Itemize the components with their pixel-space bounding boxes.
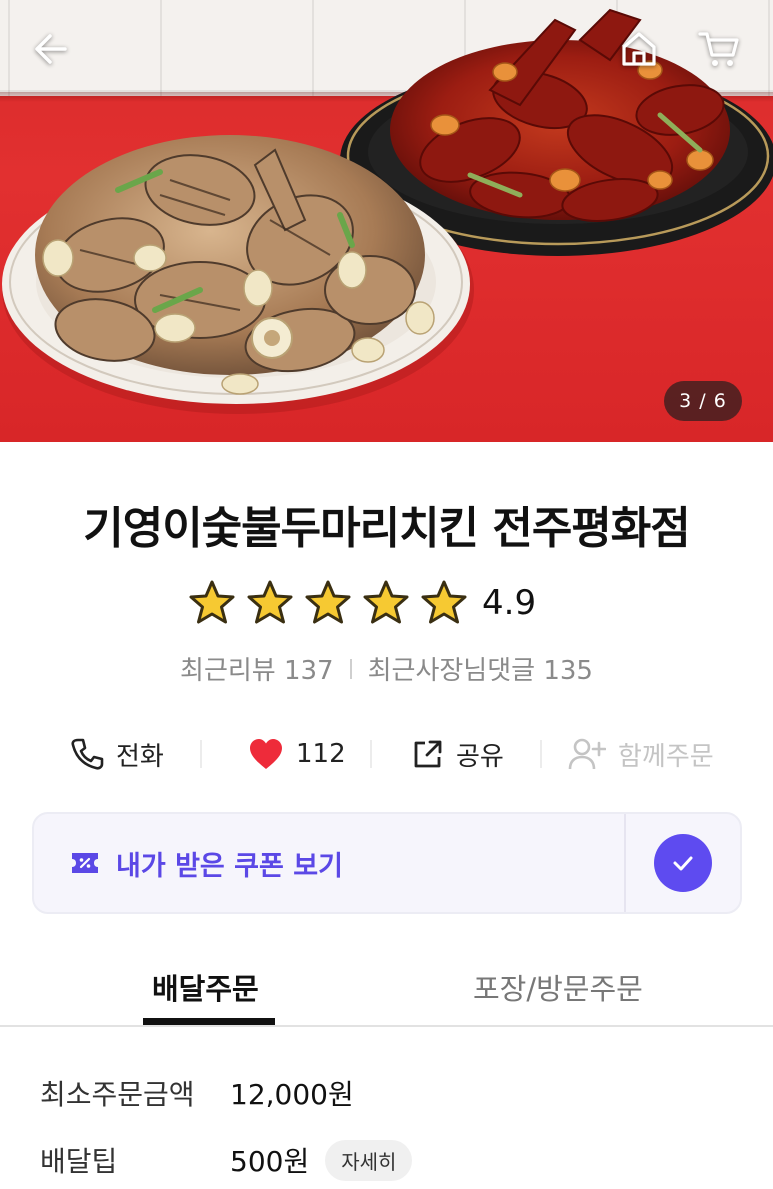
phone-icon — [71, 738, 104, 770]
heart-icon — [250, 739, 282, 769]
star-icon — [305, 580, 351, 624]
star-icon — [421, 580, 467, 624]
coupon-banner[interactable]: 내가 받은 쿠폰 보기 — [32, 812, 742, 914]
call-button[interactable]: 전화 — [70, 726, 164, 782]
like-button[interactable]: 112 — [248, 726, 346, 782]
store-name: 기영이숯불두마리치킨 전주평화점 — [83, 503, 691, 554]
coupon-icon — [72, 853, 98, 873]
min-order-value: 12,000원 — [230, 1078, 354, 1111]
coupon-label: 내가 받은 쿠폰 보기 — [116, 850, 343, 882]
coupon-check-button[interactable] — [654, 834, 712, 892]
share-button[interactable]: 공유 — [412, 726, 504, 782]
group-order-label: 함께주문 — [618, 741, 714, 772]
divider — [349, 658, 352, 679]
share-label: 공유 — [456, 741, 504, 772]
call-label: 전화 — [116, 741, 164, 772]
delivery-tip-value: 500원 — [230, 1145, 310, 1178]
delivery-tip-detail-button[interactable]: 자세히 — [325, 1139, 413, 1181]
like-count: 112 — [296, 739, 346, 769]
coupon-link[interactable]: 내가 받은 쿠폰 보기 — [70, 814, 343, 912]
order-type-tabs: 배달주문 포장/방문주문 — [0, 948, 773, 1028]
home-button[interactable] — [616, 26, 662, 72]
review-summary: 최근리뷰 137 최근사장님댓글 135 — [0, 650, 773, 687]
min-order-label: 최소주문금액 — [40, 1078, 195, 1111]
star-icon — [189, 580, 235, 624]
store-photo-carousel[interactable]: 3 / 6 — [0, 0, 773, 442]
home-icon — [622, 32, 656, 66]
star-icon — [247, 580, 293, 624]
recent-owner-replies-link[interactable]: 최근사장님댓글 135 — [368, 650, 593, 687]
cart-button[interactable] — [696, 26, 742, 72]
min-order-row: 최소주문금액 12,000원 — [40, 1071, 354, 1115]
tab-delivery[interactable]: 배달주문 — [152, 966, 259, 1008]
image-counter: 3 / 6 — [664, 381, 742, 421]
arrow-left-icon — [35, 34, 67, 64]
check-icon — [673, 856, 693, 871]
rating-value: 4.9 — [482, 583, 537, 623]
recent-reviews-link[interactable]: 최근리뷰 137 — [180, 650, 334, 687]
store-detail-page: 3 / 6 기영이숯불두마리치킨 전주평화점 4.9 최근리뷰 137 최근사장… — [0, 0, 773, 1189]
delivery-tip-label: 배달팁 — [40, 1145, 118, 1178]
share-icon — [414, 740, 442, 768]
group-order-button[interactable]: 함께주문 — [568, 726, 714, 782]
cart-icon — [698, 32, 739, 66]
delivery-tip-row: 배달팁 500원 자세히 — [40, 1138, 413, 1182]
back-button[interactable] — [28, 26, 74, 72]
tab-divider — [0, 1025, 773, 1027]
tab-pickup[interactable]: 포장/방문주문 — [473, 966, 643, 1008]
rating-row[interactable]: 4.9 — [188, 578, 536, 628]
add-person-icon — [568, 738, 606, 770]
store-actions: 전화 112 공유 함께주문 — [0, 726, 773, 782]
star-icon — [363, 580, 409, 624]
active-tab-indicator — [143, 1018, 275, 1025]
